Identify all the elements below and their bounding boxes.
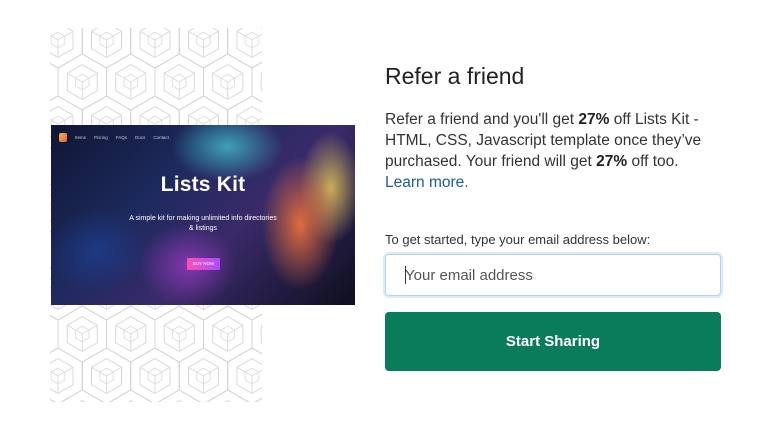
hex-pattern-line bbox=[236, 114, 253, 125]
hex-pattern-line bbox=[261, 401, 262, 402]
preview-nav-link-faqs: FAQs bbox=[115, 135, 128, 140]
hex-pattern-line bbox=[50, 398, 56, 402]
hex-pattern-line bbox=[50, 314, 59, 354]
hex-pattern-line bbox=[154, 30, 171, 41]
text-caret bbox=[405, 266, 406, 284]
hex-pattern-line bbox=[139, 366, 156, 377]
hex-pattern-line bbox=[106, 114, 122, 125]
hex-pattern-line bbox=[154, 114, 171, 125]
hex-pattern-line bbox=[130, 72, 147, 83]
hex-pattern-line bbox=[154, 366, 171, 377]
hex-pattern-line bbox=[115, 324, 131, 335]
hex-pattern-line bbox=[91, 30, 107, 41]
hex-pattern-line bbox=[224, 400, 232, 402]
product-logo-icon bbox=[59, 133, 67, 142]
hex-pattern-line bbox=[57, 366, 74, 377]
hex-pattern-line bbox=[78, 400, 86, 402]
hex-pattern-line bbox=[50, 358, 74, 394]
start-sharing-button[interactable]: Start Sharing bbox=[385, 312, 721, 371]
friend-discount: 27% bbox=[596, 153, 628, 170]
hex-pattern-line bbox=[139, 114, 156, 125]
hex-pattern-line bbox=[115, 72, 131, 83]
hex-pattern-line bbox=[236, 30, 253, 41]
hex-pattern-line bbox=[50, 347, 83, 402]
hex-pattern-line bbox=[212, 72, 228, 83]
hex-pattern-line bbox=[163, 72, 180, 83]
description-text-3: off too. bbox=[627, 153, 679, 170]
hex-pattern-line bbox=[163, 324, 180, 335]
preview-title: Lists Kit bbox=[160, 173, 246, 196]
hex-pattern-line bbox=[57, 114, 74, 125]
hex-pattern-line bbox=[81, 72, 98, 83]
hex-pattern-line bbox=[251, 313, 262, 355]
hex-pattern-line bbox=[50, 62, 59, 102]
hex-pattern-line bbox=[188, 30, 204, 41]
hex-pattern-line bbox=[236, 366, 253, 377]
hex-pattern-line bbox=[260, 72, 262, 92]
hex-pattern-line bbox=[212, 324, 228, 335]
hex-pattern-line bbox=[91, 366, 107, 377]
hex-pattern-line bbox=[227, 72, 244, 83]
hex-pattern-line bbox=[260, 324, 262, 344]
preview-nav-link-items: Items bbox=[75, 135, 87, 140]
hex-pattern-line bbox=[50, 28, 74, 58]
hex-pattern-line bbox=[57, 30, 74, 41]
email-field-label: To get started, type your email address … bbox=[385, 232, 651, 247]
hex-pattern-line bbox=[130, 324, 147, 335]
hex-pattern-line bbox=[203, 366, 219, 377]
preview-nav-link-docs: Docs bbox=[135, 135, 146, 140]
learn-more-link[interactable]: Learn more. bbox=[385, 174, 469, 191]
hex-pattern-line bbox=[66, 324, 83, 335]
preview-navbar: Items Pricing FAQs Docs Contact bbox=[59, 133, 169, 142]
referral-form-panel: Refer a friend Refer a friend and you'll… bbox=[385, 58, 721, 371]
hex-pattern-line bbox=[178, 324, 195, 335]
hex-pattern-line bbox=[203, 30, 219, 41]
hex-pattern-line bbox=[106, 30, 122, 41]
hex-pattern-line bbox=[227, 28, 262, 69]
hex-pattern-line bbox=[254, 397, 262, 402]
hex-pattern-line bbox=[236, 358, 262, 394]
page-title: Refer a friend bbox=[385, 63, 525, 89]
hex-pattern-line bbox=[139, 30, 156, 41]
referral-description: Refer a friend and you'll get 27% off Li… bbox=[385, 109, 721, 193]
preview-buy-now-button: BUY NOW bbox=[187, 258, 220, 270]
referrer-discount: 27% bbox=[578, 111, 610, 128]
hex-pattern-line bbox=[127, 400, 135, 402]
preview-nav-link-contact: Contact bbox=[153, 135, 169, 140]
hex-pattern-line bbox=[227, 324, 244, 335]
hex-pattern-line bbox=[175, 400, 183, 402]
hex-pattern-line bbox=[66, 72, 83, 83]
hex-pattern-line bbox=[188, 366, 204, 377]
hex-pattern-line bbox=[236, 28, 262, 58]
product-preview-image: Items Pricing FAQs Docs Contact Lists Ki… bbox=[51, 125, 355, 305]
hex-pattern-line bbox=[81, 324, 98, 335]
description-text-1: Refer a friend and you'll get bbox=[385, 111, 579, 128]
hex-pattern-line bbox=[188, 114, 204, 125]
preview-subtitle: A simple kit for making unlimited info d… bbox=[129, 215, 277, 232]
hex-pattern-line bbox=[91, 114, 107, 125]
email-field[interactable] bbox=[385, 254, 721, 296]
hex-pattern-line bbox=[203, 114, 219, 125]
hex-pattern-line bbox=[251, 61, 262, 103]
hex-pattern-line bbox=[178, 72, 195, 83]
hex-pattern-line bbox=[106, 366, 122, 377]
preview-nav-link-pricing: Pricing bbox=[94, 135, 108, 140]
